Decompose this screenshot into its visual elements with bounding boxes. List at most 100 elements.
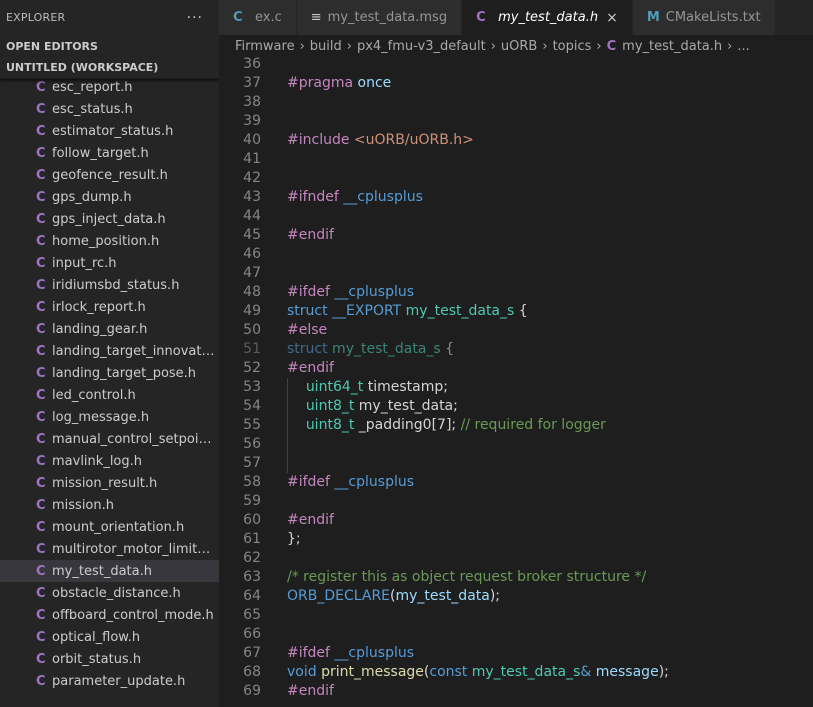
file-name: multirotor_motor_limits.h: [52, 541, 215, 557]
comment: // required for logger: [456, 417, 606, 433]
c-file-icon: C: [36, 343, 46, 359]
line-number: 69: [243, 683, 261, 699]
file-item[interactable]: Cmount_orientation.h: [0, 516, 219, 538]
directive: #ifndef: [287, 189, 339, 205]
editor-tab[interactable]: M CMakeLists.txt: [632, 0, 776, 35]
breadcrumb-item[interactable]: build: [310, 39, 342, 54]
c-file-icon: C: [36, 123, 46, 139]
code-line: 38: [219, 93, 813, 112]
open-editors-label: OPEN EDITORS: [6, 39, 98, 53]
file-item[interactable]: Corbit_status.h: [0, 648, 219, 670]
code-line: 54 uint8_t my_test_data;: [219, 397, 813, 416]
file-name: log_message.h: [52, 409, 150, 425]
file-item[interactable]: Cirlock_report.h: [0, 296, 219, 318]
directive: #ifdef: [287, 645, 330, 661]
breadcrumb-item[interactable]: my_test_data.h: [622, 39, 722, 54]
file-item[interactable]: Cmy_test_data.h: [0, 560, 219, 582]
file-item[interactable]: Coptical_flow.h: [0, 626, 219, 648]
file-item[interactable]: Cled_control.h: [0, 384, 219, 406]
code-line: 52 #endif: [219, 359, 813, 378]
c-file-icon: C: [36, 475, 46, 491]
code-line: 68 void print_message(const my_test_data_…: [219, 663, 813, 682]
explorer-header: EXPLORER ···: [0, 0, 219, 35]
c-file-icon: C: [36, 387, 46, 403]
file-name: input_rc.h: [52, 255, 117, 271]
breadcrumb-item[interactable]: px4_fmu-v3_default: [357, 39, 486, 54]
file-item[interactable]: Cgps_inject_data.h: [0, 208, 219, 230]
c-file-icon: C: [36, 651, 46, 667]
tab-label: CMakeLists.txt: [665, 10, 761, 25]
line-number: 40: [243, 132, 261, 148]
file-item[interactable]: Cinput_rc.h: [0, 252, 219, 274]
macro: __cplusplus: [338, 189, 423, 205]
open-editors-section[interactable]: OPEN EDITORS: [0, 35, 219, 57]
workspace-section[interactable]: UNTITLED (WORKSPACE): [0, 57, 219, 79]
field-name: _padding0: [354, 417, 432, 433]
editor-tab[interactable]: Cmy_test_data.h ×: [462, 0, 633, 35]
file-item[interactable]: Cesc_status.h: [0, 98, 219, 120]
line-number: 59: [243, 493, 261, 509]
chevron-right-icon: ›: [727, 38, 733, 54]
file-item[interactable]: Cobstacle_distance.h: [0, 582, 219, 604]
c-file-icon: C: [36, 145, 46, 161]
c-file-icon: C: [36, 431, 46, 447]
file-item[interactable]: Ciridiumsbd_status.h: [0, 274, 219, 296]
editor-tab[interactable]: ≡ my_test_data.msg: [296, 0, 463, 35]
file-item[interactable]: Cmavlink_log.h: [0, 450, 219, 472]
file-item[interactable]: Cestimator_status.h: [0, 120, 219, 142]
line-number: 46: [243, 246, 261, 262]
line-number: 43: [243, 189, 261, 205]
code-line: 60 #endif: [219, 511, 813, 530]
file-item[interactable]: Cmission_result.h: [0, 472, 219, 494]
more-actions-icon[interactable]: ···: [187, 10, 203, 26]
c-file-icon: C: [36, 673, 46, 689]
file-name: mission.h: [52, 497, 114, 513]
file-item[interactable]: Cgps_dump.h: [0, 186, 219, 208]
code-editor[interactable]: 36 37 #pragma once 38 39 40 #include <uORB…: [219, 55, 813, 707]
file-name: orbit_status.h: [52, 651, 142, 667]
file-item[interactable]: Cmission.h: [0, 494, 219, 516]
file-item[interactable]: Clog_message.h: [0, 406, 219, 428]
file-name: mission_result.h: [52, 475, 158, 491]
code-line: 58 #ifdef __cplusplus: [219, 473, 813, 492]
file-item[interactable]: Clanding_gear.h: [0, 318, 219, 340]
file-name: landing_target_pose.h: [52, 365, 197, 381]
directive: #endif: [287, 360, 334, 376]
file-name: esc_status.h: [52, 101, 133, 117]
file-item[interactable]: Cmanual_control_setpoint.h: [0, 428, 219, 450]
c-file-icon: C: [36, 167, 46, 183]
tab-label: ex.c: [255, 10, 282, 25]
file-item[interactable]: Cmultirotor_motor_limits.h: [0, 538, 219, 560]
line-number: 38: [243, 94, 261, 110]
file-item[interactable]: Cesc_report.h: [0, 76, 219, 98]
macro-arg: my_test_data: [395, 588, 490, 604]
file-item[interactable]: Cparameter_update.h: [0, 670, 219, 692]
code-line: 43 #ifndef __cplusplus: [219, 188, 813, 207]
c-file-icon: C: [36, 299, 46, 315]
text-file-icon: ≡: [310, 10, 322, 25]
file-item[interactable]: Cfollow_target.h: [0, 142, 219, 164]
file-item[interactable]: Clanding_target_pose.h: [0, 362, 219, 384]
code-line: 40 #include <uORB/uORB.h>: [219, 131, 813, 150]
file-item[interactable]: Clanding_target_innovatio...: [0, 340, 219, 362]
code-line: 45 #endif: [219, 226, 813, 245]
editor-tab[interactable]: Cex.c: [219, 0, 297, 35]
code-line: 69 #endif: [219, 682, 813, 701]
breadcrumb-item[interactable]: ...: [737, 39, 749, 54]
file-name: my_test_data.h: [52, 563, 152, 579]
line-number: 62: [243, 550, 261, 566]
line-number: 50: [243, 322, 261, 338]
breadcrumb-item[interactable]: Firmware: [235, 39, 295, 54]
file-item[interactable]: Chome_position.h: [0, 230, 219, 252]
paren: );: [489, 588, 501, 604]
code-line: 36: [219, 55, 813, 74]
file-name: esc_report.h: [52, 79, 133, 95]
code-line: 37 #pragma once: [219, 74, 813, 93]
file-item[interactable]: Cgeofence_result.h: [0, 164, 219, 186]
breadcrumb-item[interactable]: topics: [553, 39, 592, 54]
close-icon[interactable]: ×: [606, 10, 618, 26]
code-line: 59: [219, 492, 813, 511]
keyword: const: [429, 664, 468, 680]
file-item[interactable]: Coffboard_control_mode.h: [0, 604, 219, 626]
breadcrumb-item[interactable]: uORB: [501, 39, 537, 54]
